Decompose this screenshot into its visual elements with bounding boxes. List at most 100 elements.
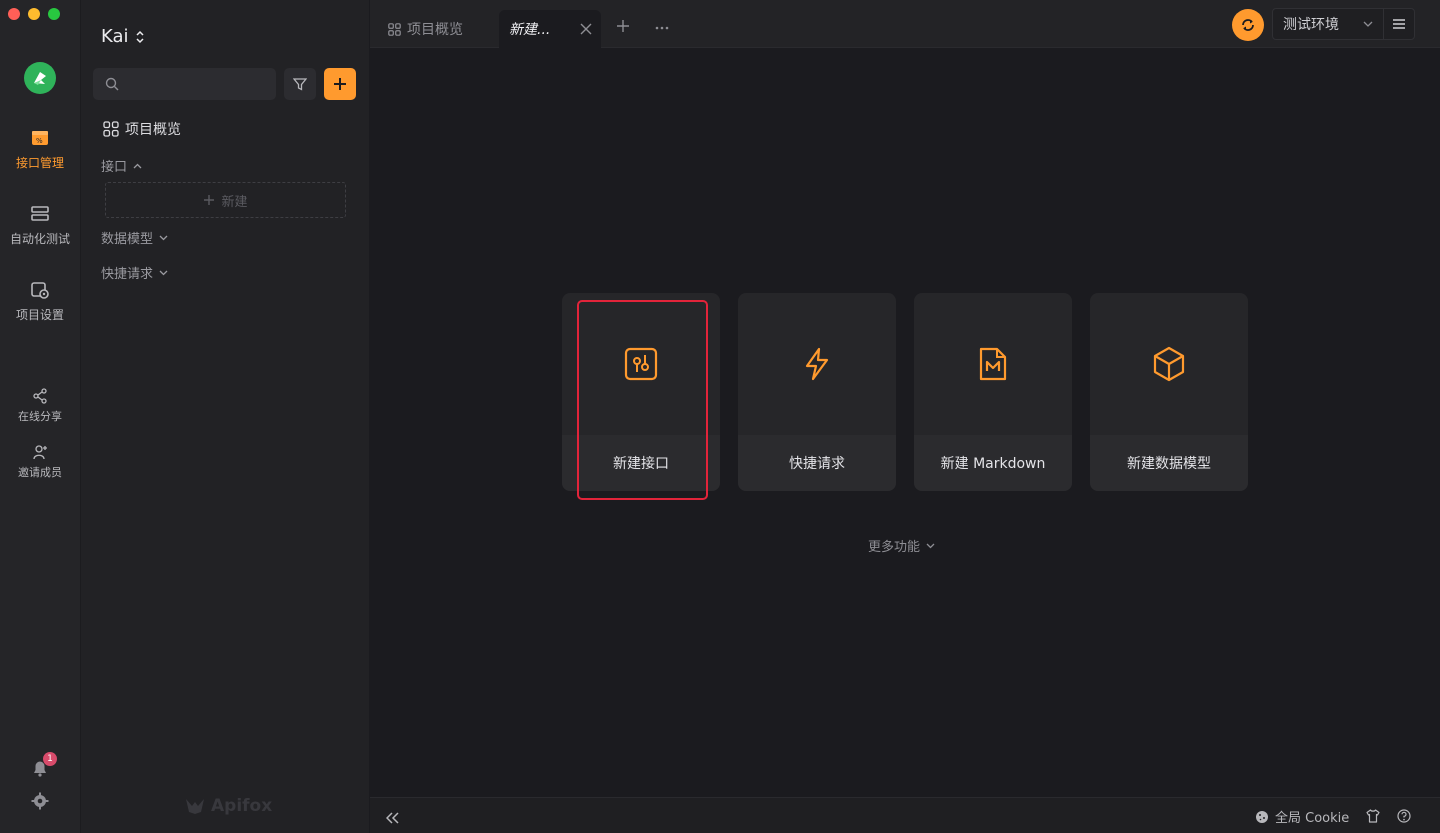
rail-item-automation[interactable]: 自动化测试 bbox=[0, 204, 80, 247]
environment-select[interactable]: 测试环境 bbox=[1272, 8, 1384, 40]
plus-icon bbox=[617, 20, 629, 32]
rail-item-invite[interactable]: 邀请成员 bbox=[0, 444, 80, 480]
chevron-up-icon bbox=[133, 163, 142, 168]
rail-label-share: 在线分享 bbox=[18, 410, 62, 423]
status-bar: 全局 Cookie bbox=[370, 797, 1440, 833]
window-controls bbox=[8, 8, 60, 20]
tab-bar: 项目概览 新建... 测试环境 bbox=[370, 0, 1440, 48]
chevron-down-icon bbox=[159, 270, 168, 275]
rail-label-api-management: 接口管理 bbox=[15, 156, 64, 170]
invite-member-icon bbox=[33, 445, 47, 460]
environment-sync-button[interactable] bbox=[1232, 9, 1264, 41]
tab-new-label: 新建... bbox=[509, 22, 551, 38]
section-api-label: 接口 bbox=[101, 160, 128, 175]
sidebar-item-overview[interactable]: 项目概览 bbox=[103, 119, 181, 139]
add-button[interactable] bbox=[324, 68, 356, 100]
left-rail: % 接口管理 自动化测试 项目设置 在线分享 邀请成员 1 bbox=[0, 0, 81, 833]
chevron-down-icon bbox=[1363, 21, 1373, 27]
notification-badge: 1 bbox=[43, 752, 57, 766]
chevron-updown-icon bbox=[136, 30, 144, 43]
cookie-icon bbox=[1256, 810, 1268, 823]
environment-menu-button[interactable] bbox=[1383, 8, 1415, 40]
grid-icon bbox=[388, 22, 401, 36]
rail-item-share[interactable]: 在线分享 bbox=[0, 388, 80, 424]
tab-more-button[interactable] bbox=[655, 18, 669, 37]
project-switcher[interactable]: Kai bbox=[101, 26, 145, 47]
section-api[interactable]: 接口 bbox=[101, 156, 142, 175]
search-box bbox=[93, 68, 276, 100]
collapse-sidebar-button[interactable] bbox=[385, 809, 400, 828]
help-icon bbox=[1397, 809, 1411, 823]
card-new-data-model[interactable]: 新建数据模型 bbox=[1090, 293, 1248, 491]
minimize-window-button[interactable] bbox=[28, 8, 40, 20]
rail-item-project-settings[interactable]: 项目设置 bbox=[0, 280, 80, 323]
markdown-icon bbox=[979, 347, 1007, 381]
api-icon: % bbox=[32, 131, 48, 145]
lightning-icon bbox=[805, 347, 829, 381]
more-functions-label: 更多功能 bbox=[868, 540, 921, 555]
section-data-model[interactable]: 数据模型 bbox=[101, 228, 168, 247]
more-functions-toggle[interactable]: 更多功能 bbox=[868, 536, 935, 555]
more-horizontal-icon bbox=[655, 26, 669, 30]
section-data-model-label: 数据模型 bbox=[101, 232, 154, 247]
shirt-icon bbox=[1366, 809, 1380, 823]
rail-label-automation: 自动化测试 bbox=[9, 232, 70, 246]
settings-button[interactable] bbox=[31, 792, 49, 814]
theme-button[interactable] bbox=[1366, 808, 1380, 827]
menu-icon bbox=[1393, 19, 1405, 29]
environment-selected-label: 测试环境 bbox=[1283, 17, 1339, 33]
overview-label: 项目概览 bbox=[125, 122, 181, 138]
rail-label-invite: 邀请成员 bbox=[18, 466, 62, 479]
global-cookie-button[interactable]: 全局 Cookie bbox=[1255, 807, 1349, 826]
app-logo[interactable] bbox=[24, 62, 56, 94]
brand-watermark: Apifox bbox=[185, 796, 272, 816]
card-new-markdown[interactable]: 新建 Markdown bbox=[914, 293, 1072, 491]
tab-overview[interactable]: 项目概览 bbox=[388, 10, 463, 48]
rail-label-project-settings: 项目设置 bbox=[15, 308, 64, 322]
chevron-down-icon bbox=[926, 543, 935, 548]
search-icon bbox=[105, 77, 119, 91]
project-settings-icon bbox=[31, 282, 49, 299]
brand-name: Apifox bbox=[211, 796, 273, 816]
search-input[interactable] bbox=[125, 68, 270, 100]
new-tab-button[interactable] bbox=[616, 18, 630, 37]
notifications-button[interactable]: 1 bbox=[30, 752, 57, 782]
filter-button[interactable] bbox=[284, 68, 316, 100]
share-icon bbox=[33, 388, 47, 404]
gear-icon bbox=[31, 792, 49, 810]
close-window-button[interactable] bbox=[8, 8, 20, 20]
api-doc-icon bbox=[624, 347, 658, 381]
tab-overview-label: 项目概览 bbox=[407, 22, 463, 38]
card-new-api[interactable]: 新建接口 bbox=[562, 293, 720, 491]
card-quick-request[interactable]: 快捷请求 bbox=[738, 293, 896, 491]
automation-icon bbox=[31, 206, 49, 221]
plus-icon bbox=[334, 78, 346, 90]
sidebar: Kai 项目概览 接口 新建 数据模型 快捷请求 Apifox bbox=[81, 0, 369, 833]
apifox-logo-icon bbox=[186, 799, 204, 814]
section-quick-request[interactable]: 快捷请求 bbox=[101, 263, 168, 282]
help-button[interactable] bbox=[1397, 808, 1411, 827]
sync-icon bbox=[1242, 19, 1254, 31]
project-name: Kai bbox=[101, 26, 129, 47]
rail-item-api-management[interactable]: % 接口管理 bbox=[0, 128, 80, 171]
grid-icon bbox=[103, 121, 119, 137]
card-new-data-model-label: 新建数据模型 bbox=[1090, 435, 1248, 491]
svg-text:%: % bbox=[36, 137, 43, 145]
new-api-button[interactable]: 新建 bbox=[105, 182, 346, 218]
close-icon bbox=[580, 23, 592, 35]
cookie-label: 全局 Cookie bbox=[1275, 811, 1350, 826]
app-window: % 接口管理 自动化测试 项目设置 在线分享 邀请成员 1 Kai 项目概览 接… bbox=[0, 0, 1440, 833]
card-new-markdown-label: 新建 Markdown bbox=[914, 435, 1072, 491]
double-chevron-left-icon bbox=[385, 812, 399, 824]
section-quick-request-label: 快捷请求 bbox=[101, 267, 154, 282]
tab-close-button[interactable] bbox=[580, 20, 592, 39]
card-quick-request-label: 快捷请求 bbox=[738, 435, 896, 491]
cube-icon bbox=[1153, 346, 1185, 382]
chevron-down-icon bbox=[159, 235, 168, 240]
filter-icon bbox=[293, 78, 307, 91]
card-new-api-label: 新建接口 bbox=[562, 435, 720, 491]
new-label: 新建 bbox=[221, 194, 248, 210]
quick-create-cards: 新建接口 快捷请求 新建 Markdown 新建数据模型 bbox=[562, 293, 1248, 491]
plus-icon bbox=[204, 195, 215, 205]
maximize-window-button[interactable] bbox=[48, 8, 60, 20]
